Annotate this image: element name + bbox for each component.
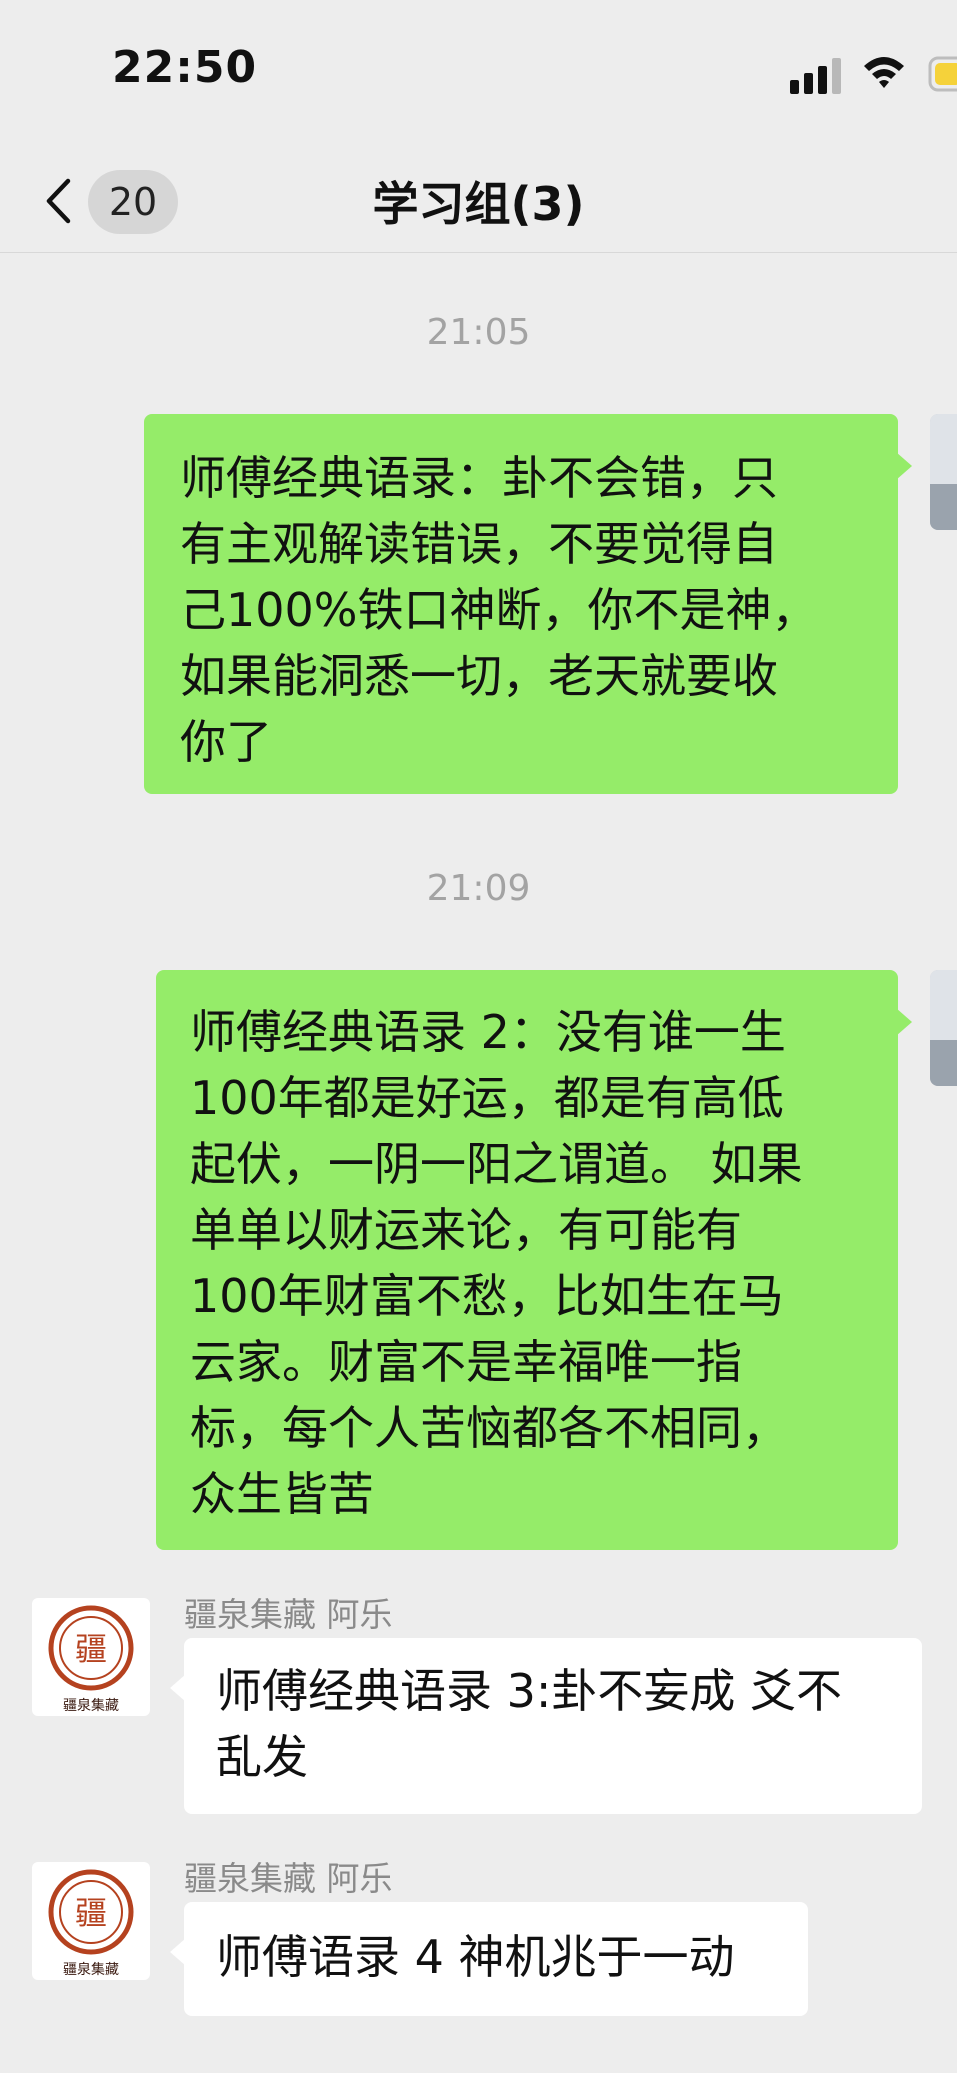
wifi-icon xyxy=(864,57,904,88)
self-avatar[interactable] xyxy=(930,414,957,530)
message-line: 标，每个人苦恼都各不相同， xyxy=(190,1401,788,1455)
message-line: 乱发 xyxy=(216,1730,308,1784)
message-line: 师傅经典语录 2：没有谁一生 xyxy=(190,1005,786,1059)
message-line: 云家。财富不是幸福唯一指 xyxy=(190,1335,742,1389)
message-timestamp: 21:05 xyxy=(426,312,531,353)
battery-icon xyxy=(928,56,957,92)
avatar-caption: 疆泉集藏 xyxy=(63,1961,119,1978)
self-avatar[interactable] xyxy=(930,970,957,1086)
page-title: 学习组(3) xyxy=(372,177,585,231)
signal-icon xyxy=(790,58,841,94)
message-line: 师傅语录 4 神机兆于一动 xyxy=(216,1930,735,1984)
bubble-tail xyxy=(170,1938,186,1966)
incoming-message-bubble[interactable]: 师傅经典语录 3:卦不妄成 爻不 乱发 xyxy=(170,1638,922,1814)
nav-bar: 20 学习组(3) xyxy=(0,150,957,253)
status-bar: 22:50 xyxy=(0,0,957,150)
message-timestamp: 21:09 xyxy=(426,868,531,909)
message-line: 有主观解读错误，不要觉得自 xyxy=(180,517,778,571)
avatar-caption: 疆泉集藏 xyxy=(63,1697,119,1714)
message-line: 师傅经典语录：卦不会错，只 xyxy=(180,451,778,505)
outgoing-message-bubble[interactable]: 师傅经典语录：卦不会错，只 有主观解读错误，不要觉得自 己100%铁口神断，你不… xyxy=(144,414,912,794)
message-line: 100年都是好运，都是有高低 xyxy=(190,1071,784,1125)
message-line: 单单以财运来论，有可能有 xyxy=(190,1203,742,1257)
status-time: 22:50 xyxy=(112,42,258,93)
message-line: 己100%铁口神断，你不是神， xyxy=(180,583,818,637)
bubble-tail xyxy=(170,1674,186,1702)
outgoing-message-bubble[interactable]: 师傅经典语录 2：没有谁一生 100年都是好运，都是有高低 起伏，一阴一阳之谓道… xyxy=(156,970,912,1550)
sender-name: 疆泉集藏 阿乐 xyxy=(184,1595,393,1634)
avatar-seal-char: 疆 xyxy=(75,1630,107,1668)
sender-name: 疆泉集藏 阿乐 xyxy=(184,1859,393,1898)
message-line: 如果能洞悉一切，老天就要收 xyxy=(180,649,778,703)
bubble-tail xyxy=(896,1008,912,1036)
sender-avatar[interactable]: 疆 疆泉集藏 xyxy=(32,1862,150,1980)
avatar-seal-char: 疆 xyxy=(75,1894,107,1932)
sender-avatar[interactable]: 疆 疆泉集藏 xyxy=(32,1598,150,1716)
incoming-message-bubble[interactable]: 师傅语录 4 神机兆于一动 xyxy=(170,1902,808,2016)
message-line: 起伏，一阴一阳之谓道。 如果 xyxy=(190,1137,803,1191)
message-line: 你了 xyxy=(180,715,272,769)
message-line: 100年财富不愁，比如生在马 xyxy=(190,1269,784,1323)
message-line: 师傅经典语录 3:卦不妄成 爻不 xyxy=(216,1664,843,1718)
bubble-tail xyxy=(896,452,912,480)
message-line: 众生皆苦 xyxy=(190,1467,374,1521)
